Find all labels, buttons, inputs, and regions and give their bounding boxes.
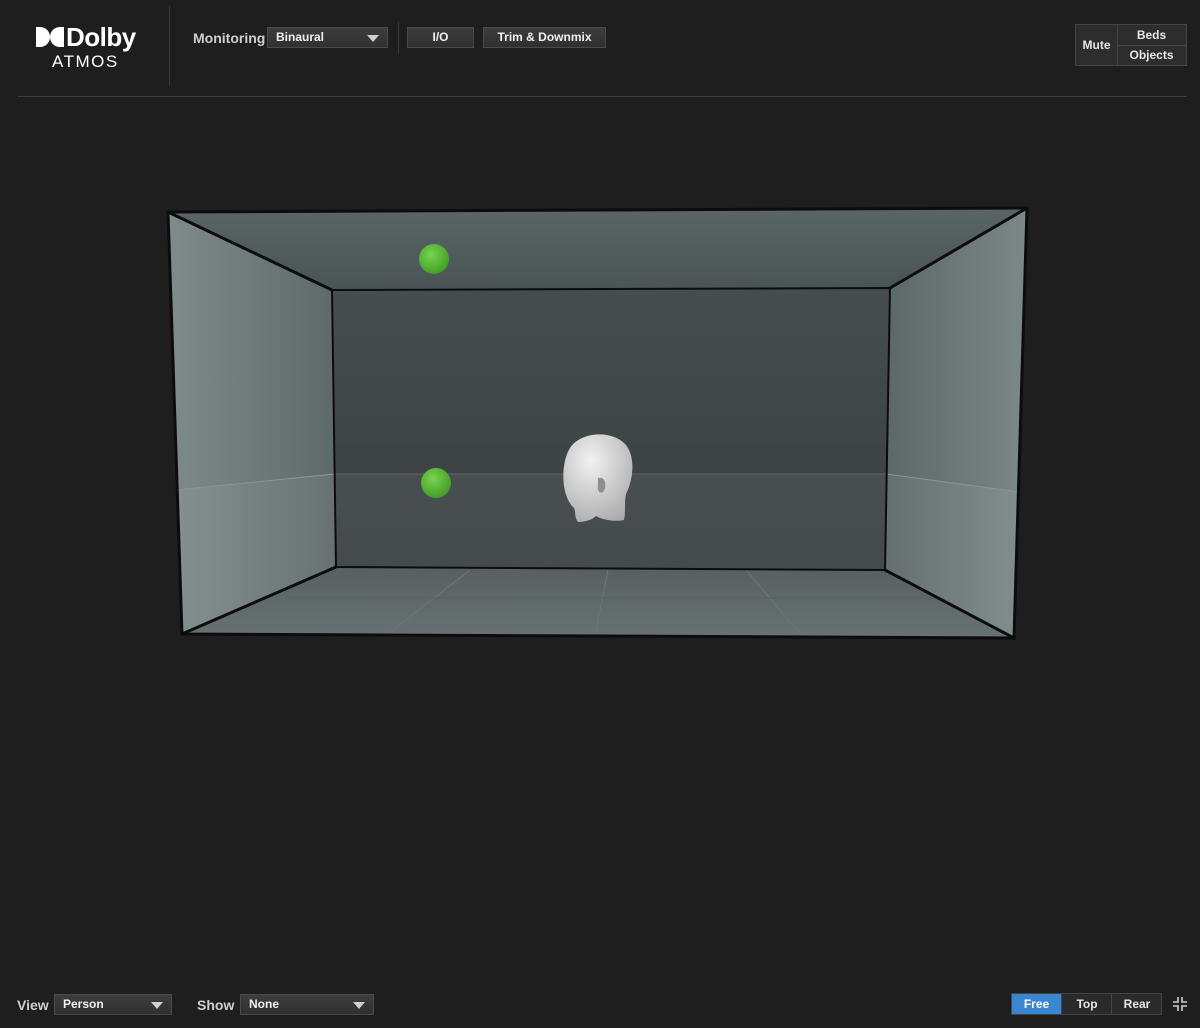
camera-segmented-control: Free Top Rear [1011,993,1162,1015]
chevron-down-icon [367,35,379,42]
camera-rear-button[interactable]: Rear [1111,994,1162,1014]
mute-group: Mute Beds Objects [1075,24,1187,66]
header-divider [169,6,170,86]
monitoring-value: Binaural [276,30,325,44]
chevron-down-icon [353,1002,365,1009]
chevron-down-icon [151,1002,163,1009]
trim-downmix-button[interactable]: Trim & Downmix [483,27,606,48]
view-select[interactable]: Person [54,994,172,1015]
toolbar-divider [398,22,399,54]
brand-sub: ATMOS [52,52,119,71]
monitoring-label: Monitoring [193,30,266,46]
dolby-logo-icon [36,27,64,47]
view-label: View [17,997,49,1013]
io-button[interactable]: I/O [407,27,474,48]
dolby-atmos-logo: Dolby ATMOS [36,22,146,74]
camera-top-button[interactable]: Top [1061,994,1112,1014]
brand-name: Dolby [66,22,136,52]
show-label: Show [197,997,235,1013]
show-select[interactable]: None [240,994,374,1015]
room-viewport[interactable] [0,97,1200,977]
view-value: Person [63,997,104,1011]
audio-object-1[interactable] [419,244,449,274]
mute-beds-button[interactable]: Beds [1117,25,1186,46]
camera-free-button[interactable]: Free [1012,994,1061,1014]
mute-button[interactable]: Mute [1076,25,1118,65]
monitoring-select[interactable]: Binaural [267,27,388,48]
audio-object-2[interactable] [421,468,451,498]
mute-objects-button[interactable]: Objects [1117,45,1186,65]
show-value: None [249,997,279,1011]
collapse-icon[interactable] [1172,996,1188,1012]
